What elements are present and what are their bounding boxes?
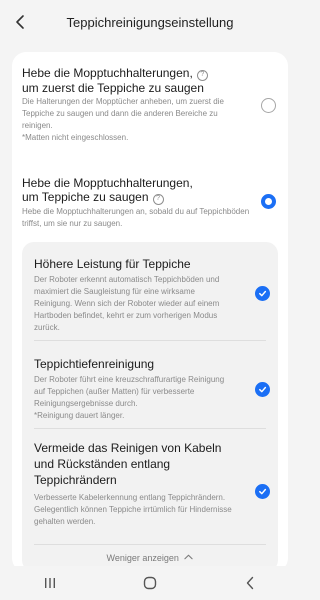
option-title-line2: um zuerst die Teppiche zu saugen [22,80,204,95]
checkmark-icon [259,386,267,393]
help-icon[interactable]: ? [196,69,208,81]
sub-option-note: *Reinigung dauert länger. [34,411,125,420]
recents-button[interactable] [30,568,70,598]
checkmark-icon [259,290,267,297]
chevron-up-icon [184,554,194,560]
option-title: Hebe die Mopptuchhalterungen, um Teppich… [22,176,252,205]
option-note: *Matten nicht eingeschlossen. [22,133,129,142]
header: Teppichreinigungseinstellung [0,0,300,44]
option-lift-mops-on-carpets[interactable]: Hebe die Mopptuchhalterungen, um Teppich… [12,172,288,237]
back-button[interactable] [6,8,34,36]
back-nav-button[interactable] [230,568,270,598]
system-navigation-bar [0,566,300,600]
home-icon [143,576,157,590]
option-title-line1: Hebe die Mopptuchhalterungen, [22,176,193,190]
sub-option-title-carpet-boost: Höhere Leistung für Teppiche [34,257,191,271]
option-description-text: Die Halterungen der Mopptücher anheben, … [22,97,224,130]
option-title-line2: um Teppiche zu saugen [22,190,149,204]
sub-option-description-text: Der Roboter führt eine kreuzschraffurart… [34,375,225,408]
back-icon [246,576,254,590]
show-less-button[interactable]: Weniger anzeigen [22,553,278,563]
sub-option-title-deep-clean: Teppichtiefenreinigung [34,357,155,371]
option-description: Hebe die Mopptuchhalterungen an, sobald … [22,207,250,228]
option-description: Die Halterungen der Mopptücher anheben, … [22,96,250,144]
radio-option-1[interactable] [261,98,276,113]
checkbox-avoid-cables[interactable] [255,484,270,499]
checkmark-icon [259,488,267,495]
settings-card: Hebe die Mopptuchhalterungen,? um zuerst… [12,52,288,572]
sub-option-description-carpet-boost: Der Roboter erkennt automatisch Teppichb… [34,275,220,332]
checkbox-carpet-boost[interactable] [255,286,270,301]
sub-option-description-avoid-cables: Verbesserte Kabelerkennung entlang Teppi… [34,493,232,526]
divider [34,340,266,341]
sub-option-description-deep-clean: Der Roboter führt eine kreuzschraffurart… [34,374,234,422]
option-title-line1: Hebe die Mopptuchhalterungen, [22,66,193,80]
divider [34,428,266,429]
sub-option-title-avoid-cables: Vermeide das Reinigen von Kabeln und Rüc… [34,441,222,487]
option-suck-carpets-first[interactable]: Hebe die Mopptuchhalterungen,? um zuerst… [12,52,288,152]
carpet-sub-options-panel: Höhere Leistung für Teppiche Der Roboter… [22,242,278,572]
help-icon[interactable]: ? [152,193,164,205]
checkbox-deep-clean[interactable] [255,382,270,397]
show-less-label: Weniger anzeigen [106,553,179,563]
option-title: Hebe die Mopptuchhalterungen,? um zuerst… [22,66,252,95]
divider [34,544,266,545]
chevron-left-icon [16,15,24,29]
page-title: Teppichreinigungseinstellung [66,14,234,30]
radio-option-2[interactable] [261,194,276,209]
home-button[interactable] [130,568,170,598]
recents-icon [45,578,55,588]
